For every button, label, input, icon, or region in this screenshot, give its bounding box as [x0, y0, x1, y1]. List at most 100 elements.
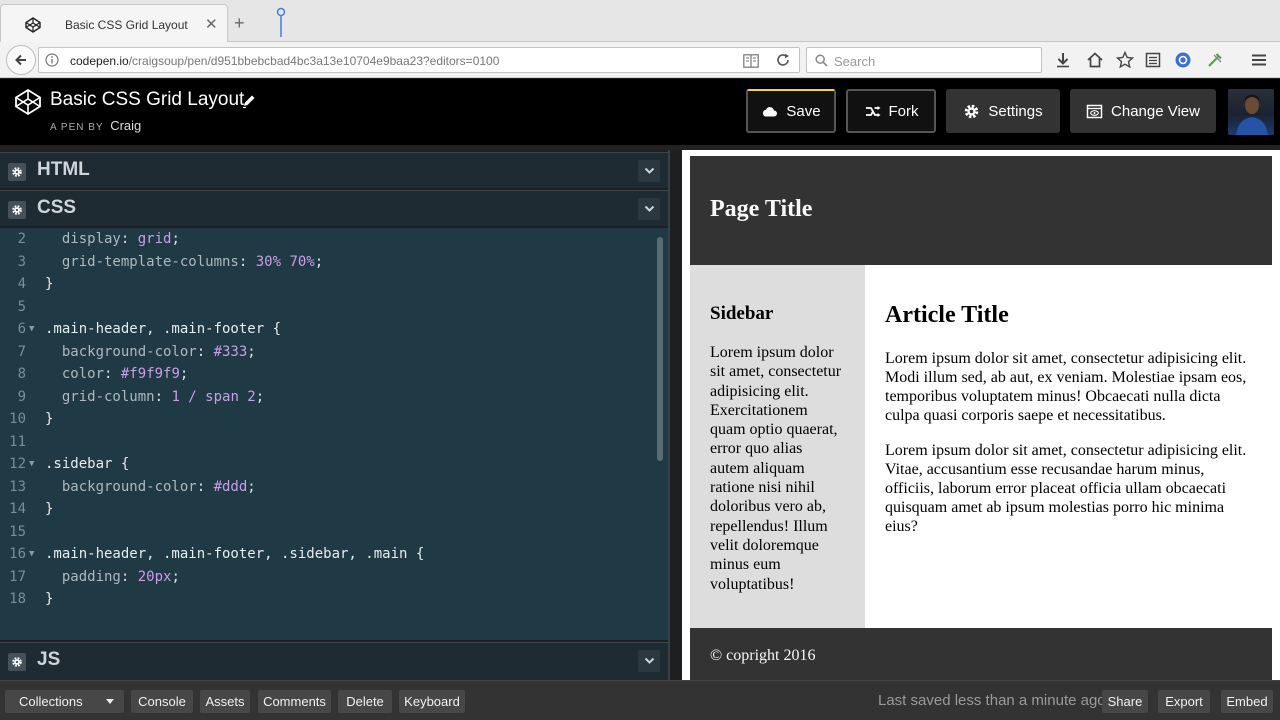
- codepen-logo-icon[interactable]: [14, 88, 42, 116]
- bookmark-star-icon[interactable]: [1116, 51, 1134, 69]
- code-line[interactable]: 16 ▼ .main-header, .main-footer, .sidebar,…: [0, 543, 660, 566]
- code-line[interactable]: 7 background-color: #333;: [0, 341, 660, 364]
- css-settings-button[interactable]: [8, 201, 26, 219]
- chevron-down-icon: [644, 205, 654, 212]
- reload-icon[interactable]: [776, 53, 790, 67]
- home-icon[interactable]: [1086, 51, 1104, 69]
- line-number: 5: [17, 298, 26, 315]
- save-button[interactable]: Save: [746, 89, 836, 133]
- code-line[interactable]: 13 background-color: #ddd;: [0, 476, 660, 499]
- code-text: .main-header, .main-footer {: [45, 321, 282, 337]
- html-pane-header[interactable]: HTML: [0, 152, 668, 188]
- gear-icon: [12, 205, 22, 215]
- fork-label: Fork: [888, 102, 919, 120]
- reader-view-icon[interactable]: [743, 54, 759, 68]
- css-pane-title: CSS: [37, 197, 77, 218]
- code-text: .main-header, .main-footer, .sidebar, .m…: [45, 546, 425, 562]
- fold-arrow-icon[interactable]: ▼: [29, 318, 34, 341]
- delete-label: Delete: [346, 694, 384, 709]
- cloud-icon: [763, 106, 778, 116]
- chevron-down-icon: [644, 167, 654, 174]
- code-line[interactable]: 10}: [0, 408, 660, 431]
- css-pane-header[interactable]: CSS: [0, 190, 668, 226]
- url-text[interactable]: codepen.io/craigsoup/pen/d951bbebcbad4bc…: [70, 54, 499, 68]
- line-number: 12: [9, 456, 26, 472]
- browser-tab-bar: Basic CSS Grid Layout ✕ +: [0, 0, 1280, 42]
- tools-icon[interactable]: [1206, 51, 1224, 69]
- preview-footer-text: © copright 2016: [710, 647, 816, 664]
- editor-resize-handle[interactable]: [668, 150, 682, 680]
- keyboard-button[interactable]: Keyboard: [399, 690, 465, 713]
- info-icon[interactable]: [45, 53, 59, 67]
- code-line[interactable]: 6 ▼ .main-header, .main-footer {: [0, 318, 660, 341]
- css-collapse-toggle[interactable]: [638, 198, 660, 220]
- code-line[interactable]: 3 grid-template-columns: 30% 70%;: [0, 251, 660, 274]
- assets-button[interactable]: Assets: [200, 690, 250, 713]
- search-placeholder: Search: [834, 54, 876, 69]
- html-collapse-toggle[interactable]: [638, 160, 660, 182]
- close-tab-icon[interactable]: ✕: [205, 15, 218, 33]
- html-settings-button[interactable]: [8, 163, 26, 181]
- export-button[interactable]: Export: [1158, 690, 1210, 713]
- reading-list-icon[interactable]: [1144, 51, 1162, 69]
- console-button[interactable]: Console: [131, 690, 193, 713]
- back-button[interactable]: [6, 45, 36, 75]
- search-bar[interactable]: Search: [806, 47, 1042, 73]
- code-line[interactable]: 4}: [0, 273, 660, 296]
- code-line[interactable]: 9 grid-column: 1 / span 2;: [0, 386, 660, 409]
- code-line[interactable]: 5: [0, 296, 660, 319]
- change-view-icon: [1086, 104, 1103, 118]
- last-saved-status: Last saved less than a minute ago: [878, 692, 1106, 709]
- code-line[interactable]: 17 padding: 20px;: [0, 566, 660, 589]
- code-line[interactable]: 12 ▼ .sidebar {: [0, 453, 660, 476]
- editor-scrollbar[interactable]: [657, 237, 663, 461]
- js-pane-title: JS: [37, 649, 61, 670]
- fold-arrow-icon[interactable]: ▼: [29, 453, 34, 476]
- line-number: 13: [9, 478, 26, 495]
- code-text: display: grid;: [61, 231, 180, 247]
- byline-prefix: A PEN BY: [50, 122, 104, 133]
- code-text: }: [45, 591, 54, 607]
- back-arrow-icon: [15, 54, 26, 66]
- pencil-edit-icon[interactable]: [241, 93, 257, 109]
- code-line[interactable]: 15: [0, 521, 660, 544]
- code-line[interactable]: 11: [0, 431, 660, 454]
- settings-button[interactable]: Settings: [946, 89, 1060, 133]
- collections-dropdown[interactable]: Collections: [5, 690, 124, 713]
- share-button[interactable]: Share: [1102, 690, 1148, 713]
- line-number: 8: [17, 366, 26, 382]
- delete-button[interactable]: Delete: [338, 690, 392, 713]
- js-pane-header[interactable]: JS: [0, 642, 668, 680]
- preview-paragraph-1: Lorem ipsum dolor sit amet, consectetur …: [885, 350, 1247, 424]
- code-text: color: #f9f9f9;: [61, 366, 189, 382]
- result-preview: Page Title Sidebar Lorem ipsum dolor sit…: [682, 150, 1280, 680]
- code-text: background-color: #333;: [61, 343, 256, 360]
- code-line[interactable]: 18}: [0, 588, 660, 611]
- js-collapse-toggle[interactable]: [638, 650, 660, 672]
- browser-tab[interactable]: Basic CSS Grid Layout ✕: [0, 4, 228, 42]
- url-bar[interactable]: codepen.io/craigsoup/pen/d951bbebcbad4bc…: [38, 47, 800, 73]
- code-text: }: [45, 276, 54, 292]
- menu-icon[interactable]: [1250, 51, 1268, 69]
- fold-arrow-icon[interactable]: ▼: [29, 543, 34, 566]
- download-icon[interactable]: [1054, 51, 1072, 69]
- change-view-button[interactable]: Change View: [1070, 89, 1216, 133]
- code-text: }: [45, 411, 54, 427]
- code-line[interactable]: 2 display: grid;: [0, 228, 660, 251]
- embed-button[interactable]: Embed: [1221, 690, 1273, 713]
- css-code-editor[interactable]: 2 display: grid; 3 grid-template-columns:…: [0, 228, 668, 640]
- new-tab-icon[interactable]: +: [234, 14, 245, 32]
- preview-sidebar-text: Lorem ipsum dolor sit amet, consectetur …: [710, 344, 842, 593]
- comments-button[interactable]: Comments: [258, 690, 331, 713]
- js-settings-button[interactable]: [8, 653, 26, 671]
- pen-title[interactable]: Basic CSS Grid Layout: [50, 89, 244, 111]
- user-avatar[interactable]: [1228, 89, 1274, 135]
- code-line[interactable]: 14}: [0, 498, 660, 521]
- keyboard-label: Keyboard: [404, 694, 460, 709]
- preview-page-title: Page Title: [710, 196, 813, 222]
- fork-button[interactable]: Fork: [846, 89, 936, 133]
- author-link[interactable]: Craig: [110, 118, 141, 133]
- export-label: Export: [1165, 694, 1203, 709]
- extension-icon[interactable]: [1174, 51, 1192, 69]
- code-line[interactable]: 8 color: #f9f9f9;: [0, 363, 660, 386]
